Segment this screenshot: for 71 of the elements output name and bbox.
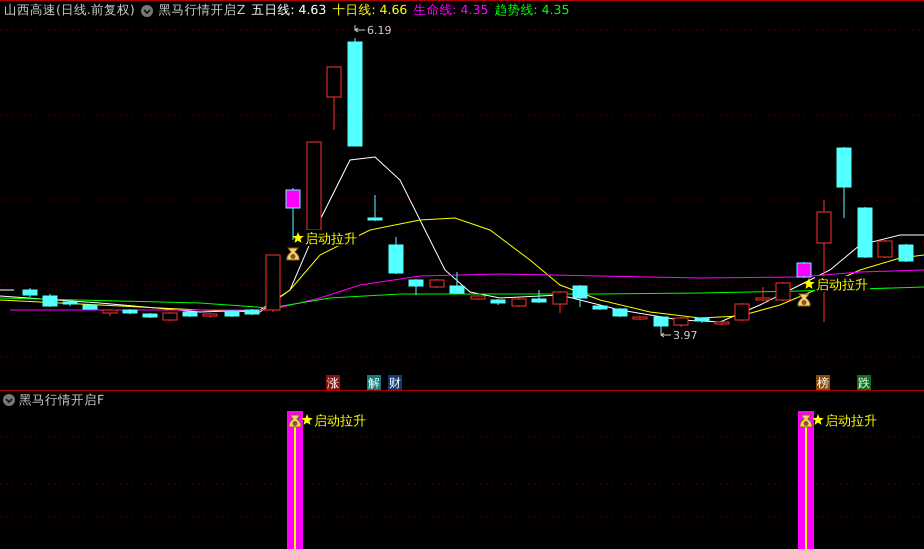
candlestick	[162, 312, 178, 322]
candlestick	[796, 262, 812, 278]
candlestick	[532, 290, 546, 304]
star-icon	[812, 414, 824, 425]
signal-label: 启动拉升	[314, 414, 366, 429]
candlestick	[858, 206, 872, 258]
candlestick	[654, 316, 668, 330]
candlestick	[694, 316, 710, 324]
candlestick	[42, 294, 58, 308]
signal-label: 启动拉升	[305, 232, 357, 247]
candlestick	[490, 298, 506, 306]
star-icon	[292, 232, 304, 243]
candlestick	[102, 308, 118, 316]
signal-label: 启动拉升	[816, 278, 868, 293]
candlestick	[62, 300, 78, 306]
ma-reading: 趋势线: 4.35	[494, 2, 570, 19]
candlestick	[22, 288, 38, 298]
price-label: 3.97	[673, 329, 698, 342]
candlestick	[82, 304, 98, 310]
candlestick	[632, 316, 648, 320]
money-bag-icon	[799, 414, 813, 428]
candlestick	[202, 312, 218, 318]
candlestick	[182, 310, 198, 318]
pointer-arrow	[660, 330, 672, 338]
ma-reading: 生命线: 4.35	[413, 2, 488, 19]
candlestick	[368, 194, 382, 222]
candlestick	[286, 188, 300, 240]
candlestick	[674, 316, 688, 328]
candlestick	[326, 66, 342, 130]
candlestick	[776, 282, 790, 302]
star-icon	[803, 278, 815, 289]
candlestick	[836, 146, 852, 218]
event-badge[interactable]: 财	[388, 375, 402, 390]
dropdown-icon[interactable]	[140, 4, 153, 16]
candlestick	[408, 278, 424, 296]
event-badge[interactable]: 解	[367, 375, 381, 390]
candlestick	[244, 308, 260, 316]
ma-reading: 十日线: 4.66	[332, 2, 408, 19]
event-badge[interactable]: 涨	[326, 375, 340, 390]
pointer-arrow	[354, 24, 366, 32]
candlestick	[388, 236, 404, 274]
star-icon	[301, 414, 313, 425]
candlestick	[142, 312, 158, 318]
price-label: 6.19	[367, 24, 392, 37]
candlestick	[898, 244, 914, 262]
candlestick	[714, 320, 730, 326]
money-bag-icon	[286, 248, 300, 260]
event-badge[interactable]: 榜	[816, 375, 830, 390]
candlestick	[612, 308, 628, 318]
candlestick	[470, 294, 486, 300]
money-bag-icon	[288, 414, 302, 428]
candlestick	[756, 286, 770, 302]
candlestick	[512, 298, 526, 308]
event-badge[interactable]: 跌	[857, 375, 871, 390]
candlestick	[122, 308, 138, 314]
indicator-name: 黑马行情开启Z	[158, 2, 246, 19]
candlestick	[592, 304, 608, 310]
stock-title: 山西高速(日线.前复权)	[4, 2, 135, 19]
candlestick	[572, 284, 588, 308]
signal-label: 启动拉升	[825, 414, 877, 429]
candlestick	[552, 290, 568, 314]
candlestick	[266, 254, 280, 312]
ma-reading: 五日线: 4.63	[251, 2, 326, 19]
candlestick	[450, 272, 464, 294]
candlestick	[878, 240, 892, 258]
candlestick	[430, 278, 444, 288]
money-bag-icon	[797, 294, 811, 306]
indicator-name: 黑马行情开启F	[19, 392, 104, 408]
candlestick	[734, 302, 750, 322]
candlestick	[224, 310, 240, 318]
dropdown-icon[interactable]	[3, 394, 15, 406]
